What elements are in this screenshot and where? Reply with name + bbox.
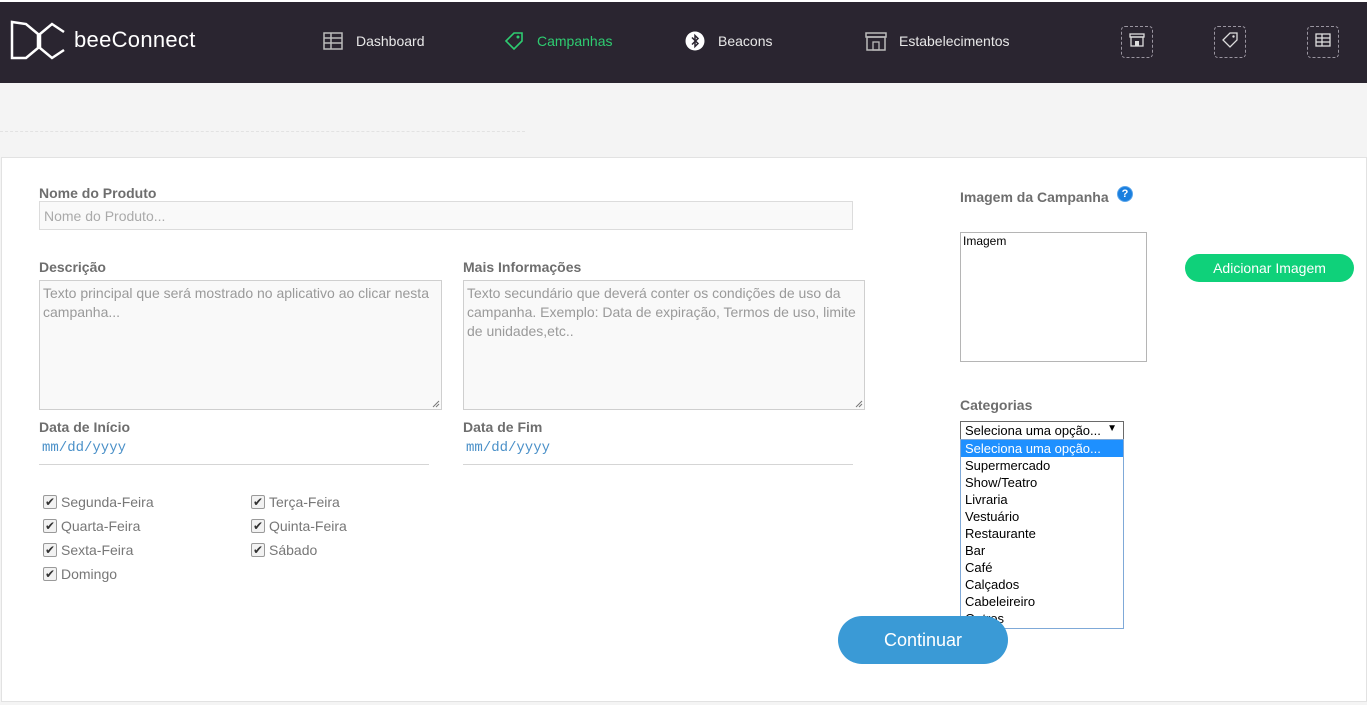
descricao-placeholder: Texto principal que será mostrado no apl… bbox=[43, 285, 429, 320]
caret-down-icon: ▼ bbox=[1107, 423, 1117, 434]
nome-placeholder: Nome do Produto... bbox=[44, 207, 166, 224]
nav-estabelecimentos-label: Estabelecimentos bbox=[899, 33, 1010, 49]
checkbox-checked-icon[interactable]: ✔ bbox=[43, 567, 57, 581]
day-checkbox-quarta[interactable]: ✔ Quarta-Feira bbox=[43, 518, 140, 534]
option-supermercado[interactable]: Supermercado bbox=[961, 457, 1123, 474]
checkbox-checked-icon[interactable]: ✔ bbox=[251, 543, 265, 557]
add-image-button[interactable]: Adicionar Imagem bbox=[1185, 254, 1354, 282]
image-preview: Imagem bbox=[960, 232, 1147, 362]
top-navbar: beeConnect Dashboard Campanhas Beacons E… bbox=[0, 0, 1367, 83]
nome-produto-input[interactable]: Nome do Produto... bbox=[39, 201, 853, 230]
continue-button[interactable]: Continuar bbox=[838, 616, 1008, 664]
day-checkbox-terca[interactable]: ✔ Terça-Feira bbox=[251, 494, 340, 510]
nav-dashboard[interactable]: Dashboard bbox=[322, 30, 425, 52]
checkbox-checked-icon[interactable]: ✔ bbox=[43, 495, 57, 509]
data-inicio-underline bbox=[39, 464, 429, 465]
option-calcados[interactable]: Calçados bbox=[961, 576, 1123, 593]
brand-name: beeConnect bbox=[74, 27, 196, 52]
day-checkbox-sabado[interactable]: ✔ Sábado bbox=[251, 542, 317, 558]
day-label: Quarta-Feira bbox=[61, 518, 141, 534]
imagem-campanha-label: Imagem da Campanha bbox=[960, 189, 1109, 205]
quick-store-button[interactable] bbox=[1121, 26, 1153, 58]
day-checkbox-sexta[interactable]: ✔ Sexta-Feira bbox=[43, 542, 133, 558]
option-livraria[interactable]: Livraria bbox=[961, 491, 1123, 508]
brand-logo[interactable]: beeConnect bbox=[10, 18, 196, 62]
descricao-textarea[interactable]: Texto principal que será mostrado no apl… bbox=[39, 280, 442, 410]
divider bbox=[0, 131, 525, 132]
data-fim-label: Data de Fim bbox=[463, 419, 543, 435]
nav-estabelecimentos[interactable]: Estabelecimentos bbox=[865, 30, 1010, 52]
option-bar[interactable]: Bar bbox=[961, 542, 1123, 559]
day-label: Sábado bbox=[269, 542, 318, 558]
select-value: Seleciona uma opção... bbox=[965, 423, 1101, 438]
option-cafe[interactable]: Café bbox=[961, 559, 1123, 576]
data-fim-underline bbox=[463, 464, 853, 465]
store-icon bbox=[865, 30, 887, 52]
categorias-label: Categorias bbox=[960, 397, 1033, 413]
checkbox-checked-icon[interactable]: ✔ bbox=[251, 519, 265, 533]
nav-beacons[interactable]: Beacons bbox=[684, 30, 772, 52]
nav-beacons-label: Beacons bbox=[718, 33, 773, 49]
day-label: Segunda-Feira bbox=[61, 494, 154, 510]
checkbox-checked-icon[interactable]: ✔ bbox=[43, 543, 57, 557]
data-fim-input[interactable]: mm/dd/yyyy bbox=[466, 440, 550, 456]
bee-logo-icon bbox=[10, 20, 65, 60]
tag-icon bbox=[503, 30, 525, 52]
resize-handle-icon[interactable] bbox=[432, 400, 440, 408]
option-seleciona[interactable]: Seleciona uma opção... bbox=[961, 440, 1123, 457]
quick-grid-button[interactable] bbox=[1307, 26, 1339, 58]
option-restaurante[interactable]: Restaurante bbox=[961, 525, 1123, 542]
day-checkbox-quinta[interactable]: ✔ Quinta-Feira bbox=[251, 518, 347, 534]
nav-dashboard-label: Dashboard bbox=[356, 33, 425, 49]
tag-icon bbox=[1222, 31, 1238, 53]
nav-campanhas-label: Campanhas bbox=[537, 33, 613, 49]
option-vestuario[interactable]: Vestuário bbox=[961, 508, 1123, 525]
day-label: Domingo bbox=[61, 566, 118, 582]
grid-icon bbox=[1315, 32, 1331, 52]
nome-label: Nome do Produto bbox=[39, 185, 157, 201]
day-label: Terça-Feira bbox=[269, 494, 340, 510]
mais-info-label: Mais Informações bbox=[463, 259, 582, 275]
checkbox-checked-icon[interactable]: ✔ bbox=[251, 495, 265, 509]
quick-tag-button[interactable] bbox=[1214, 26, 1246, 58]
resize-handle-icon[interactable] bbox=[855, 400, 863, 408]
day-label: Quinta-Feira bbox=[269, 518, 347, 534]
data-inicio-label: Data de Início bbox=[39, 419, 131, 435]
mais-info-placeholder: Texto secundário que deverá conter os co… bbox=[467, 285, 856, 339]
descricao-label: Descrição bbox=[39, 259, 106, 275]
help-icon[interactable]: ? bbox=[1117, 186, 1133, 202]
campaign-form-panel bbox=[1, 157, 1367, 702]
nav-campanhas[interactable]: Campanhas bbox=[503, 30, 613, 52]
data-inicio-input[interactable]: mm/dd/yyyy bbox=[42, 440, 126, 456]
store-icon bbox=[1129, 32, 1145, 52]
day-checkbox-segunda[interactable]: ✔ Segunda-Feira bbox=[43, 494, 154, 510]
checkbox-checked-icon[interactable]: ✔ bbox=[43, 519, 57, 533]
bluetooth-icon bbox=[684, 30, 706, 52]
image-alt-text: Imagem bbox=[963, 234, 1007, 248]
option-cabeleireiro[interactable]: Cabeleireiro bbox=[961, 593, 1123, 610]
option-show-teatro[interactable]: Show/Teatro bbox=[961, 474, 1123, 491]
categorias-select[interactable]: Seleciona uma opção... ▼ bbox=[960, 421, 1124, 440]
day-label: Sexta-Feira bbox=[61, 542, 134, 558]
categorias-dropdown: Seleciona uma opção... Supermercado Show… bbox=[960, 439, 1124, 629]
grid-icon bbox=[322, 30, 344, 52]
mais-info-textarea[interactable]: Texto secundário que deverá conter os co… bbox=[463, 280, 865, 410]
day-checkbox-domingo[interactable]: ✔ Domingo bbox=[43, 566, 117, 582]
